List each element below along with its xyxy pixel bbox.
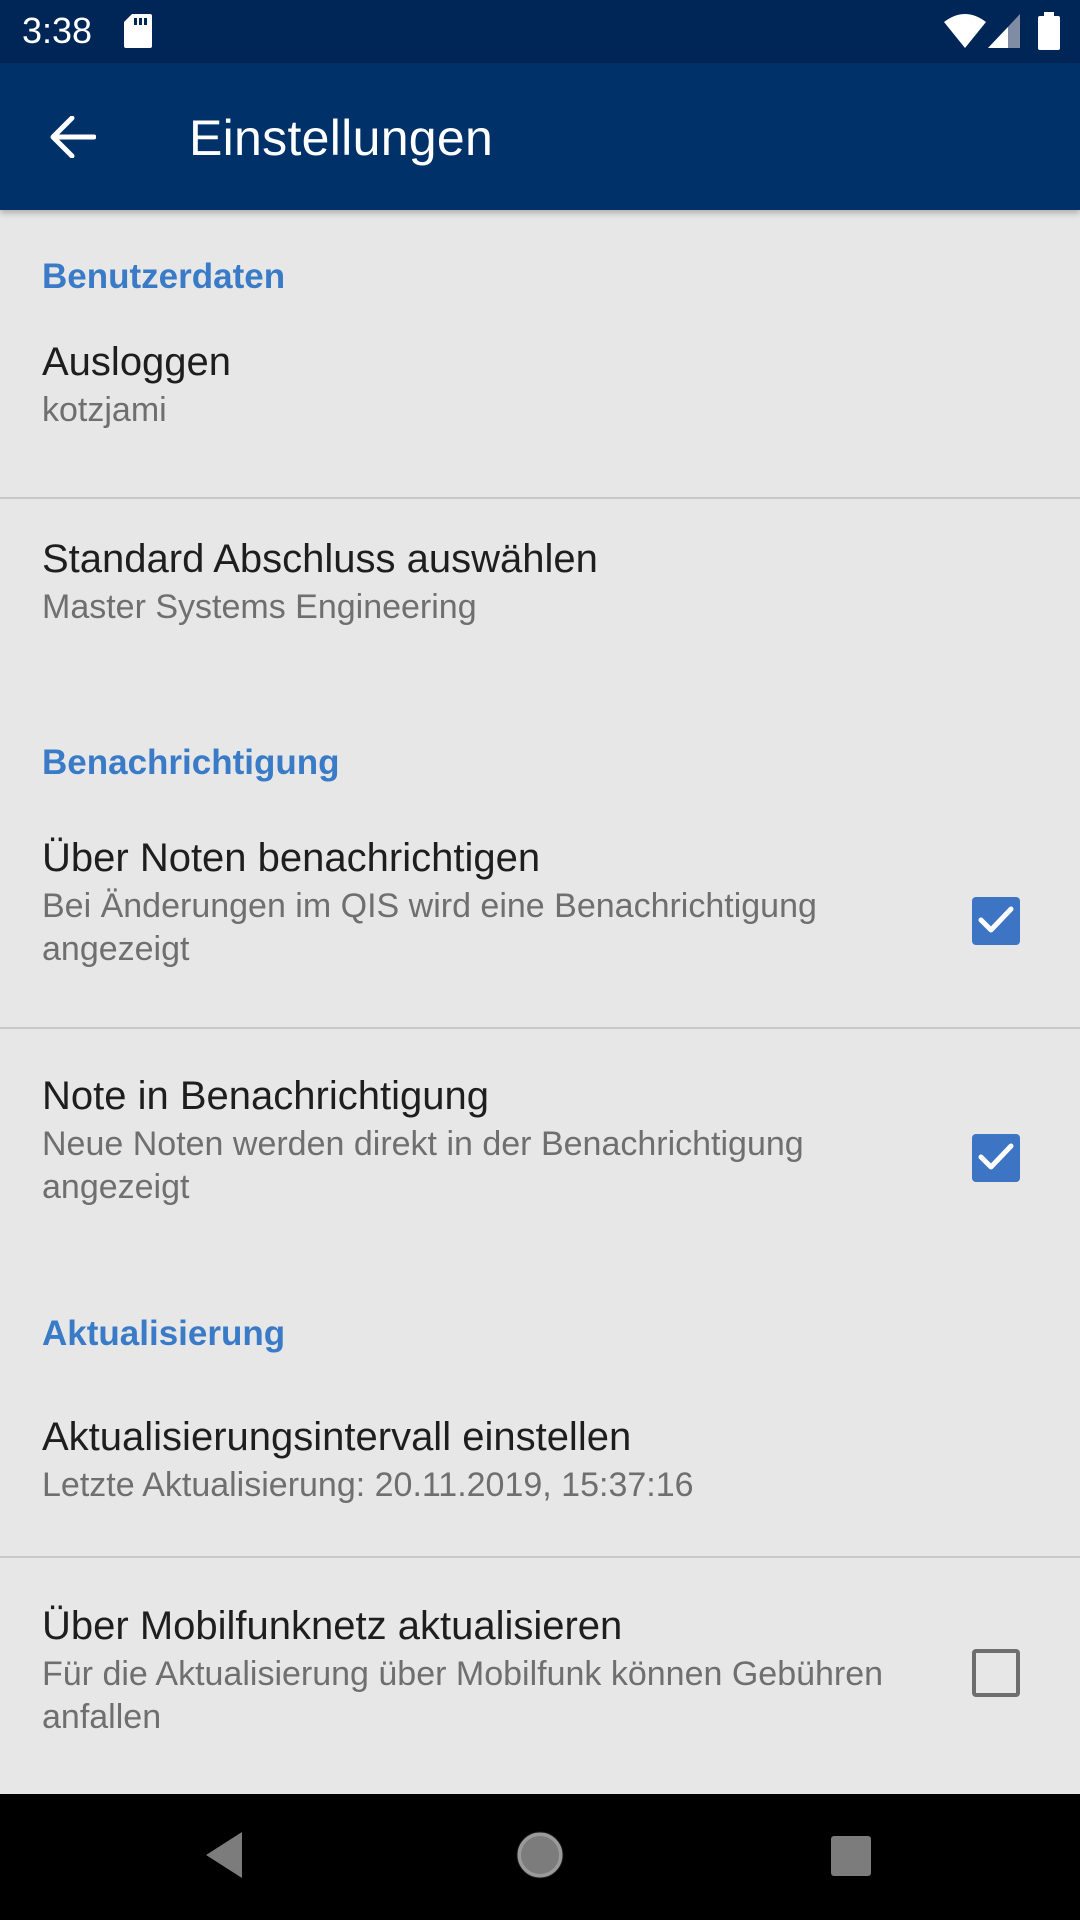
- checkmark-icon: [978, 906, 1014, 933]
- pref-title: Aktualisierungsintervall einstellen: [42, 1415, 632, 1459]
- pref-grade-in-notification[interactable]: Note in Benachrichtigung Neue Noten werd…: [0, 1074, 1080, 1234]
- section-header-benutzerdaten: Benutzerdaten: [42, 257, 286, 296]
- pref-summary: Master Systems Engineering: [42, 588, 477, 626]
- divider: [0, 497, 1080, 499]
- section-header-benachrichtigung: Benachrichtigung: [42, 743, 340, 782]
- battery-icon: [1038, 12, 1060, 50]
- back-button[interactable]: [30, 101, 116, 173]
- pref-title: Über Mobilfunknetz aktualisieren: [42, 1604, 623, 1648]
- nav-recents-icon[interactable]: [831, 1836, 871, 1876]
- settings-list: Benutzerdaten Ausloggen kotzjami Standar…: [0, 210, 1080, 1794]
- pref-title: Über Noten benachrichtigen: [42, 836, 541, 880]
- section-header-aktualisierung: Aktualisierung: [42, 1314, 286, 1353]
- pref-title: Note in Benachrichtigung: [42, 1074, 489, 1118]
- mobile-update-checkbox[interactable]: [972, 1649, 1020, 1697]
- pref-summary: Für die Aktualisierung über Mobilfunk kö…: [42, 1655, 884, 1736]
- divider: [0, 1556, 1080, 1558]
- pref-summary: Neue Noten werden direkt in der Benachri…: [42, 1125, 804, 1206]
- pref-default-degree[interactable]: Standard Abschluss auswählen Master Syst…: [0, 537, 1080, 667]
- arrow-left-icon: [50, 116, 96, 158]
- wifi-icon: [944, 14, 986, 48]
- pref-title: Standard Abschluss auswählen: [42, 537, 598, 581]
- pref-summary: Bei Änderungen im QIS wird eine Benachri…: [42, 887, 817, 968]
- status-time: 3:38: [22, 10, 93, 51]
- divider: [0, 1027, 1080, 1029]
- pref-summary: kotzjami: [42, 391, 167, 429]
- status-bar: 3:38: [0, 0, 1080, 63]
- sd-card-icon: [124, 14, 152, 48]
- grade-in-notification-checkbox[interactable]: [972, 1134, 1020, 1182]
- notify-grades-checkbox[interactable]: [972, 897, 1020, 945]
- pref-summary: Letzte Aktualisierung: 20.11.2019, 15:37…: [42, 1466, 694, 1504]
- nav-back-icon[interactable]: [204, 1830, 244, 1880]
- pref-notify-grades[interactable]: Über Noten benachrichtigen Bei Änderunge…: [0, 836, 1080, 996]
- page-title: Einstellungen: [189, 110, 494, 166]
- system-nav-bar: [0, 1794, 1080, 1920]
- cell-signal-icon: [988, 14, 1020, 48]
- checkmark-icon: [978, 1143, 1014, 1170]
- pref-logout[interactable]: Ausloggen kotzjami: [0, 340, 1080, 468]
- pref-mobile-update[interactable]: Über Mobilfunknetz aktualisieren Für die…: [0, 1604, 1080, 1764]
- app-bar: Einstellungen: [0, 63, 1080, 210]
- pref-title: Ausloggen: [42, 340, 232, 384]
- nav-home-icon[interactable]: [515, 1830, 565, 1880]
- pref-update-interval[interactable]: Aktualisierungsintervall einstellen Letz…: [0, 1415, 1080, 1535]
